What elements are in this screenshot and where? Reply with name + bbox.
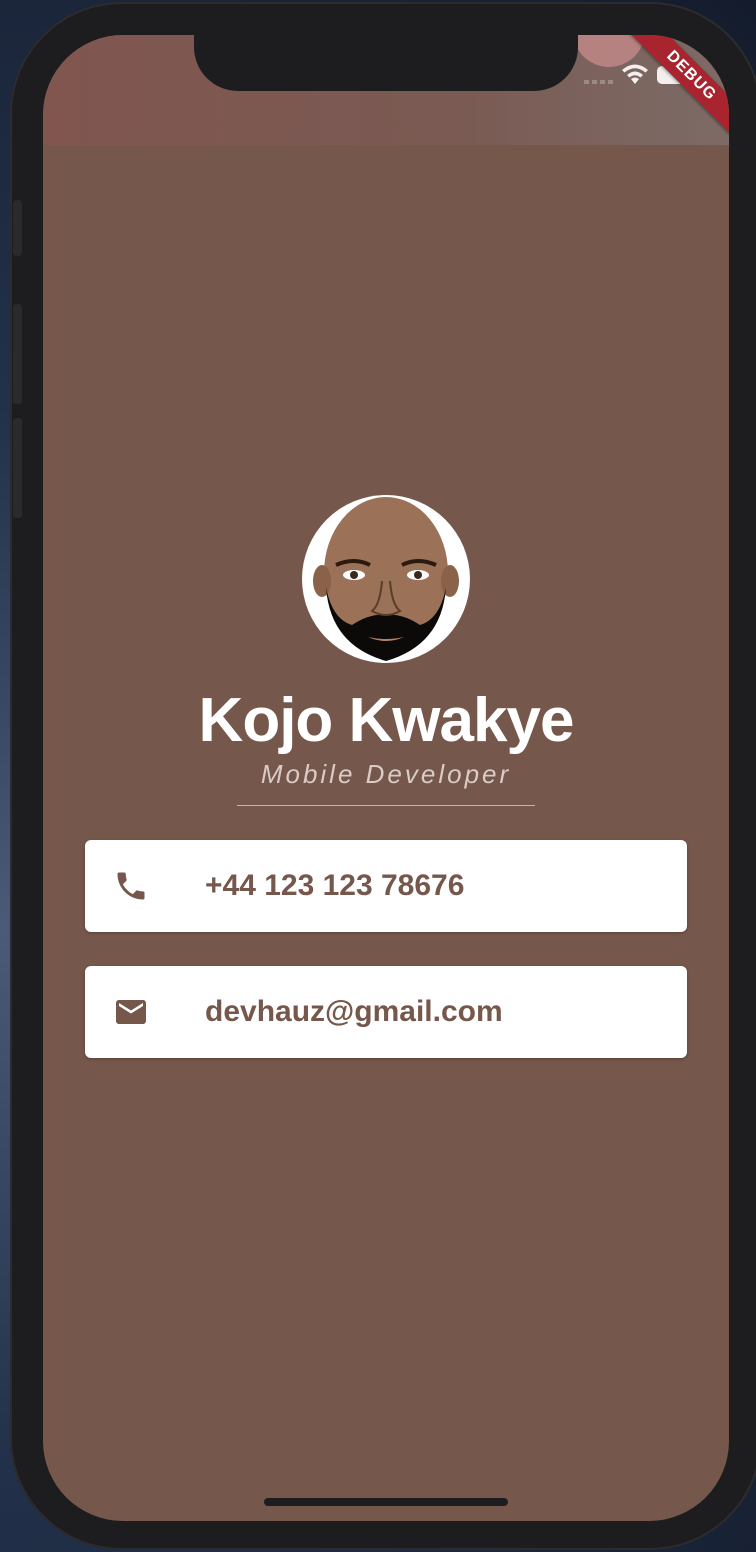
email-card[interactable]: devhauz@gmail.com (85, 966, 687, 1058)
home-indicator[interactable] (264, 1498, 508, 1506)
wifi-icon (622, 64, 648, 84)
profile-name: Kojo Kwakye (198, 686, 575, 755)
phone-number: +44 123 123 78676 (205, 869, 465, 902)
battery-icon (657, 66, 699, 84)
phone-icon (117, 872, 145, 900)
profile-title: Mobile Developer (260, 759, 512, 789)
device-notch (194, 35, 578, 91)
avatar (302, 495, 470, 663)
email-address: devhauz@gmail.com (205, 995, 503, 1028)
app-screen: Kojo Kwakye Mobile Developer +44 123 123… (43, 35, 729, 1521)
mail-icon (116, 1000, 146, 1024)
divider (237, 805, 535, 806)
phone-card[interactable]: +44 123 123 78676 (85, 840, 687, 932)
avatar-illustration (313, 497, 459, 661)
volume-up-button (13, 304, 22, 404)
volume-down-button (13, 418, 22, 518)
silent-switch (13, 200, 22, 256)
cellular-signal-icon (584, 80, 616, 84)
